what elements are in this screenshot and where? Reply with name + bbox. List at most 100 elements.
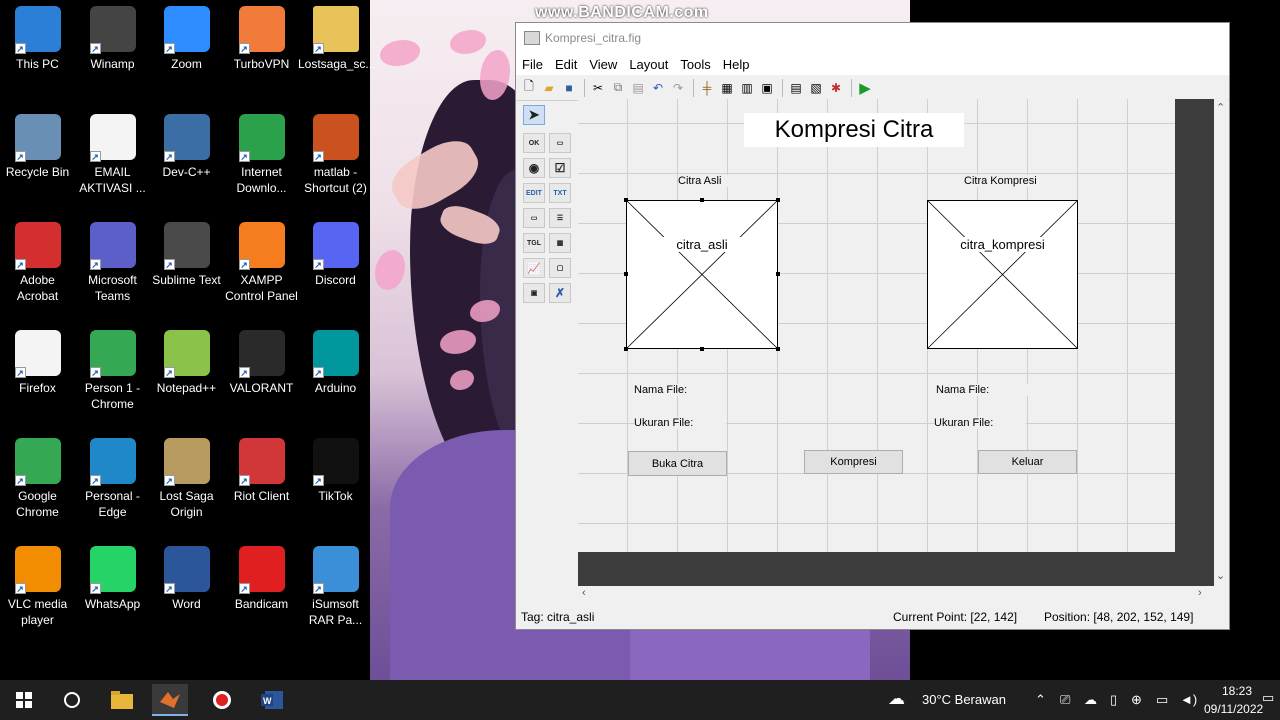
buka-citra-button[interactable]: Buka Citra bbox=[628, 451, 727, 476]
desktop-icon[interactable]: ↗ Zoom bbox=[149, 0, 224, 100]
axes-citra-asli[interactable]: citra_asli bbox=[626, 200, 778, 349]
matlab-icon[interactable] bbox=[152, 684, 188, 716]
selection-handle[interactable] bbox=[700, 198, 704, 202]
menu-view[interactable]: View bbox=[589, 57, 617, 72]
desktop-icon[interactable]: ↗ TikTok bbox=[298, 432, 373, 532]
word-icon[interactable]: W bbox=[254, 684, 290, 716]
menu-editor-icon[interactable]: ▦ bbox=[718, 79, 736, 97]
clock-time[interactable]: 18:23 bbox=[1222, 684, 1252, 698]
clock-date[interactable]: 09/11/2022 bbox=[1204, 702, 1263, 716]
label-ukuran-file-asli[interactable]: Ukuran File: bbox=[634, 417, 726, 429]
menu-layout[interactable]: Layout bbox=[629, 57, 668, 72]
menu-file[interactable]: File bbox=[522, 57, 543, 72]
search-circle-icon[interactable] bbox=[54, 684, 90, 716]
toggle-tool-icon[interactable]: TGL bbox=[523, 233, 545, 253]
weather-text[interactable]: 30°C Berawan bbox=[922, 692, 1006, 707]
open-folder-icon[interactable]: ▰ bbox=[540, 79, 558, 97]
desktop-icon[interactable]: ↗ VLC media player bbox=[0, 540, 75, 640]
desktop-icon[interactable]: ↗ Discord bbox=[298, 216, 373, 316]
desktop-icon[interactable]: ↗ Dev-C++ bbox=[149, 108, 224, 208]
desktop-icon[interactable]: ↗ Riot Client bbox=[224, 432, 299, 532]
pen-icon[interactable]: ▯ bbox=[1110, 692, 1117, 708]
notification-icon[interactable]: ▭ bbox=[1262, 690, 1274, 706]
desktop-icon[interactable]: ↗ WhatsApp bbox=[75, 540, 150, 640]
desktop-icon[interactable]: ↗ matlab - Shortcut (2) bbox=[298, 108, 373, 208]
desktop-icon[interactable]: ↗ Bandicam bbox=[224, 540, 299, 640]
desktop-icon[interactable]: ↗ Microsoft Teams bbox=[75, 216, 150, 316]
label-nama-file-kompresi[interactable]: Nama File: bbox=[936, 384, 1028, 396]
desktop-icon[interactable]: ↗ Lostsaga_sc... bbox=[298, 0, 375, 100]
desktop-icon[interactable]: ↗ Firefox bbox=[0, 324, 75, 424]
listbox-tool-icon[interactable]: ☰ bbox=[549, 208, 571, 228]
desktop-icon[interactable]: ↗ Sublime Text bbox=[149, 216, 224, 316]
table-tool-icon[interactable]: ▦ bbox=[549, 233, 571, 253]
selection-handle[interactable] bbox=[624, 347, 628, 351]
keluar-button[interactable]: Keluar bbox=[978, 450, 1077, 474]
label-ukuran-file-kompresi[interactable]: Ukuran File: bbox=[934, 417, 1026, 429]
heading-text[interactable]: Kompresi Citra bbox=[744, 113, 964, 147]
selection-handle[interactable] bbox=[700, 347, 704, 351]
activex-tool-icon[interactable]: ✗ bbox=[549, 283, 571, 303]
scroll-left-icon[interactable]: ‹ bbox=[582, 587, 586, 599]
battery-icon[interactable]: ▭ bbox=[1156, 692, 1168, 708]
vertical-scrollbar[interactable]: ⌃ ⌄ bbox=[1214, 99, 1228, 587]
windows-start-icon[interactable] bbox=[6, 684, 42, 716]
copy-icon[interactable]: ⧉ bbox=[609, 79, 627, 97]
popup-tool-icon[interactable]: ▭ bbox=[523, 208, 545, 228]
edit-tool-icon[interactable]: EDIT bbox=[523, 183, 545, 203]
label-citra-asli[interactable]: Citra Asli bbox=[678, 175, 730, 187]
desktop-icon[interactable]: ↗ Winamp bbox=[75, 0, 150, 100]
selection-handle[interactable] bbox=[776, 198, 780, 202]
selection-handle[interactable] bbox=[776, 347, 780, 351]
property-inspector-icon[interactable]: ▧ bbox=[807, 79, 825, 97]
checkbox-tool-icon[interactable]: ☑ bbox=[549, 158, 571, 178]
axes-tool-icon[interactable]: 📈 bbox=[523, 258, 545, 278]
desktop-icon[interactable]: ↗ Word bbox=[149, 540, 224, 640]
scroll-down-icon[interactable]: ⌄ bbox=[1216, 569, 1225, 582]
mfile-editor-icon[interactable]: ▤ bbox=[787, 79, 805, 97]
label-citra-kompresi[interactable]: Citra Kompresi bbox=[964, 175, 1042, 187]
meet-now-icon[interactable]: ⎚ bbox=[1060, 692, 1070, 708]
guide-titlebar[interactable]: Kompresi_citra.fig bbox=[516, 23, 1229, 53]
scroll-up-icon[interactable]: ⌃ bbox=[1216, 101, 1225, 114]
panel-tool-icon[interactable]: ▢ bbox=[549, 258, 571, 278]
cloud-sync-icon[interactable]: ☁ bbox=[1084, 692, 1097, 708]
selection-handle[interactable] bbox=[624, 272, 628, 276]
desktop-icon[interactable]: ↗ XAMPP Control Panel bbox=[224, 216, 299, 316]
layout-grid[interactable]: Kompresi Citra Citra Asli Citra Kompresi… bbox=[578, 99, 1175, 552]
button-group-tool-icon[interactable]: ▣ bbox=[523, 283, 545, 303]
pushbutton-tool-icon[interactable]: OK bbox=[523, 133, 545, 153]
tab-order-icon[interactable]: ▥ bbox=[738, 79, 756, 97]
layout-editor-canvas[interactable]: Kompresi Citra Citra Asli Citra Kompresi… bbox=[578, 99, 1214, 601]
bandicam-icon[interactable] bbox=[204, 684, 240, 716]
desktop-icon[interactable]: ↗ TurboVPN bbox=[224, 0, 299, 100]
volume-icon[interactable]: ◄) bbox=[1180, 692, 1197, 707]
chevron-up-icon[interactable]: ⌃ bbox=[1035, 692, 1046, 708]
desktop-icon[interactable]: ↗ iSumsoft RAR Pa... bbox=[298, 540, 373, 640]
language-globe-icon[interactable]: ⊕ bbox=[1131, 692, 1142, 708]
text-tool-icon[interactable]: TXT bbox=[549, 183, 571, 203]
file-explorer-icon[interactable] bbox=[104, 684, 140, 716]
horizontal-scrollbar[interactable]: ‹ › bbox=[578, 586, 1214, 602]
desktop-icon[interactable]: ↗ Arduino bbox=[298, 324, 373, 424]
axes-citra-kompresi[interactable]: citra_kompresi bbox=[927, 200, 1078, 349]
desktop-icon[interactable]: ↗ Personal - Edge bbox=[75, 432, 150, 532]
desktop-icon[interactable]: ↗ Person 1 - Chrome bbox=[75, 324, 150, 424]
menu-edit[interactable]: Edit bbox=[555, 57, 577, 72]
desktop-icon[interactable]: ↗ Adobe Acrobat bbox=[0, 216, 75, 316]
toolbar-editor-icon[interactable]: ▣ bbox=[758, 79, 776, 97]
cut-icon[interactable]: ✂ bbox=[589, 79, 607, 97]
label-nama-file-asli[interactable]: Nama File: bbox=[634, 384, 726, 396]
menu-help[interactable]: Help bbox=[723, 57, 750, 72]
align-icon[interactable]: ╪ bbox=[698, 79, 716, 97]
desktop-icon[interactable]: ↗ Google Chrome bbox=[0, 432, 75, 532]
desktop-icon[interactable]: ↗ EMAIL AKTIVASI ... bbox=[75, 108, 150, 208]
menu-tools[interactable]: Tools bbox=[680, 57, 710, 72]
desktop-icon[interactable]: ↗ This PC bbox=[0, 0, 75, 100]
save-icon[interactable]: ■ bbox=[560, 79, 578, 97]
selection-handle[interactable] bbox=[624, 198, 628, 202]
desktop-icon[interactable]: ↗ Recycle Bin bbox=[0, 108, 75, 208]
kompresi-button[interactable]: Kompresi bbox=[804, 450, 903, 474]
object-browser-icon[interactable]: ✱ bbox=[827, 79, 845, 97]
slider-tool-icon[interactable]: ▭ bbox=[549, 133, 571, 153]
